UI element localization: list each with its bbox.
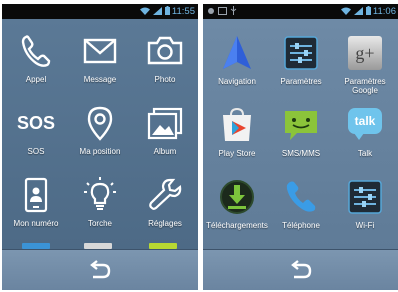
battery-icon <box>366 6 371 15</box>
app-label: SMS/MMS <box>281 149 321 158</box>
location-pin-icon <box>87 106 113 141</box>
app-navigation[interactable]: Navigation <box>206 33 268 86</box>
app-label: Photo <box>154 75 176 84</box>
app-label: Ma position <box>79 147 121 156</box>
wifi-icon <box>140 7 150 15</box>
download-icon <box>220 180 254 214</box>
notification-icon <box>208 7 214 14</box>
phone-screen-left: 11:55 Appel Message Photo SOS SOS Ma pos… <box>2 4 198 290</box>
wrench-icon <box>149 178 182 210</box>
talk-icon: talk <box>345 105 385 145</box>
app-label: Torche <box>87 219 112 228</box>
status-bar: 11:06 <box>203 4 398 19</box>
sos-icon: SOS <box>16 113 55 133</box>
signal-icon <box>354 6 363 15</box>
app-drawer: Navigation Paramètres g+ Paramètres Goog… <box>203 19 398 249</box>
app-label: Téléphone <box>282 221 320 230</box>
app-sms-mms[interactable]: SMS/MMS <box>270 105 332 158</box>
sms-icon <box>285 111 317 140</box>
navigation-arrow-icon <box>223 36 251 69</box>
back-arrow-icon[interactable] <box>88 259 112 281</box>
navigation-bar <box>203 249 398 290</box>
app-photo[interactable]: Photo <box>134 31 196 84</box>
app-label: Téléchargements <box>206 221 268 230</box>
app-appel[interactable]: Appel <box>5 31 67 84</box>
envelope-icon <box>83 38 117 64</box>
app-label: Paramètres <box>280 77 322 86</box>
play-store-icon <box>223 107 251 141</box>
app-label: Mon numéro <box>13 219 59 228</box>
album-icon <box>147 107 183 140</box>
contact-card-icon <box>24 177 48 213</box>
app-label: Réglages <box>148 219 182 228</box>
status-time: 11:55 <box>171 6 195 17</box>
status-icons <box>341 6 371 15</box>
status-bar: 11:55 <box>2 4 198 19</box>
app-wi-fi[interactable]: Wi-Fi <box>334 177 396 230</box>
app-label: Play Store <box>218 149 256 158</box>
app-label: Talk <box>357 149 373 158</box>
usb-icon <box>230 6 237 15</box>
app-mon-numero[interactable]: Mon numéro <box>5 175 67 228</box>
talk-bubble: talk <box>348 108 382 134</box>
navigation-bar <box>2 249 198 290</box>
phone-icon <box>21 35 51 67</box>
phone-screen-right: 11:06 Navigation Paramètres g+ Paramètre… <box>203 4 398 290</box>
camera-icon <box>147 36 183 65</box>
app-reglages[interactable]: Réglages <box>134 175 196 228</box>
wifi-settings-icon <box>348 180 382 214</box>
app-label: Message <box>83 75 117 84</box>
signal-icon <box>153 6 162 15</box>
google-settings-icon: g+ <box>348 36 382 70</box>
app-album[interactable]: Album <box>134 103 196 156</box>
status-time: 11:06 <box>372 6 396 17</box>
app-label: Navigation <box>218 77 256 86</box>
app-label: SOS <box>27 147 45 156</box>
image-icon <box>218 6 227 15</box>
settings-sliders-icon <box>284 36 318 70</box>
app-telechargements[interactable]: Téléchargements <box>206 177 268 230</box>
app-label: Album <box>153 147 177 156</box>
app-label: Paramètres Google <box>344 77 386 95</box>
wifi-icon <box>341 7 351 15</box>
app-parametres[interactable]: Paramètres <box>270 33 332 86</box>
app-message[interactable]: Message <box>69 31 131 84</box>
back-arrow-icon[interactable] <box>289 259 313 281</box>
talk-bubble-tail <box>354 133 364 140</box>
app-torche[interactable]: Torche <box>69 175 131 228</box>
app-label: Appel <box>25 75 47 84</box>
app-telephone[interactable]: Téléphone <box>270 177 332 230</box>
battery-icon <box>165 6 170 15</box>
app-ma-position[interactable]: Ma position <box>69 103 131 156</box>
status-icons <box>140 6 170 15</box>
lightbulb-icon <box>84 177 116 210</box>
app-parametres-google[interactable]: g+ Paramètres Google <box>334 33 396 95</box>
phone-handset-icon <box>286 181 316 212</box>
app-talk[interactable]: talk Talk <box>334 105 396 158</box>
app-sos[interactable]: SOS SOS <box>5 103 67 156</box>
notification-icons <box>207 6 237 15</box>
app-grid: Appel Message Photo SOS SOS Ma position … <box>2 19 198 249</box>
app-play-store[interactable]: Play Store <box>206 105 268 158</box>
app-label: Wi-Fi <box>355 221 375 230</box>
